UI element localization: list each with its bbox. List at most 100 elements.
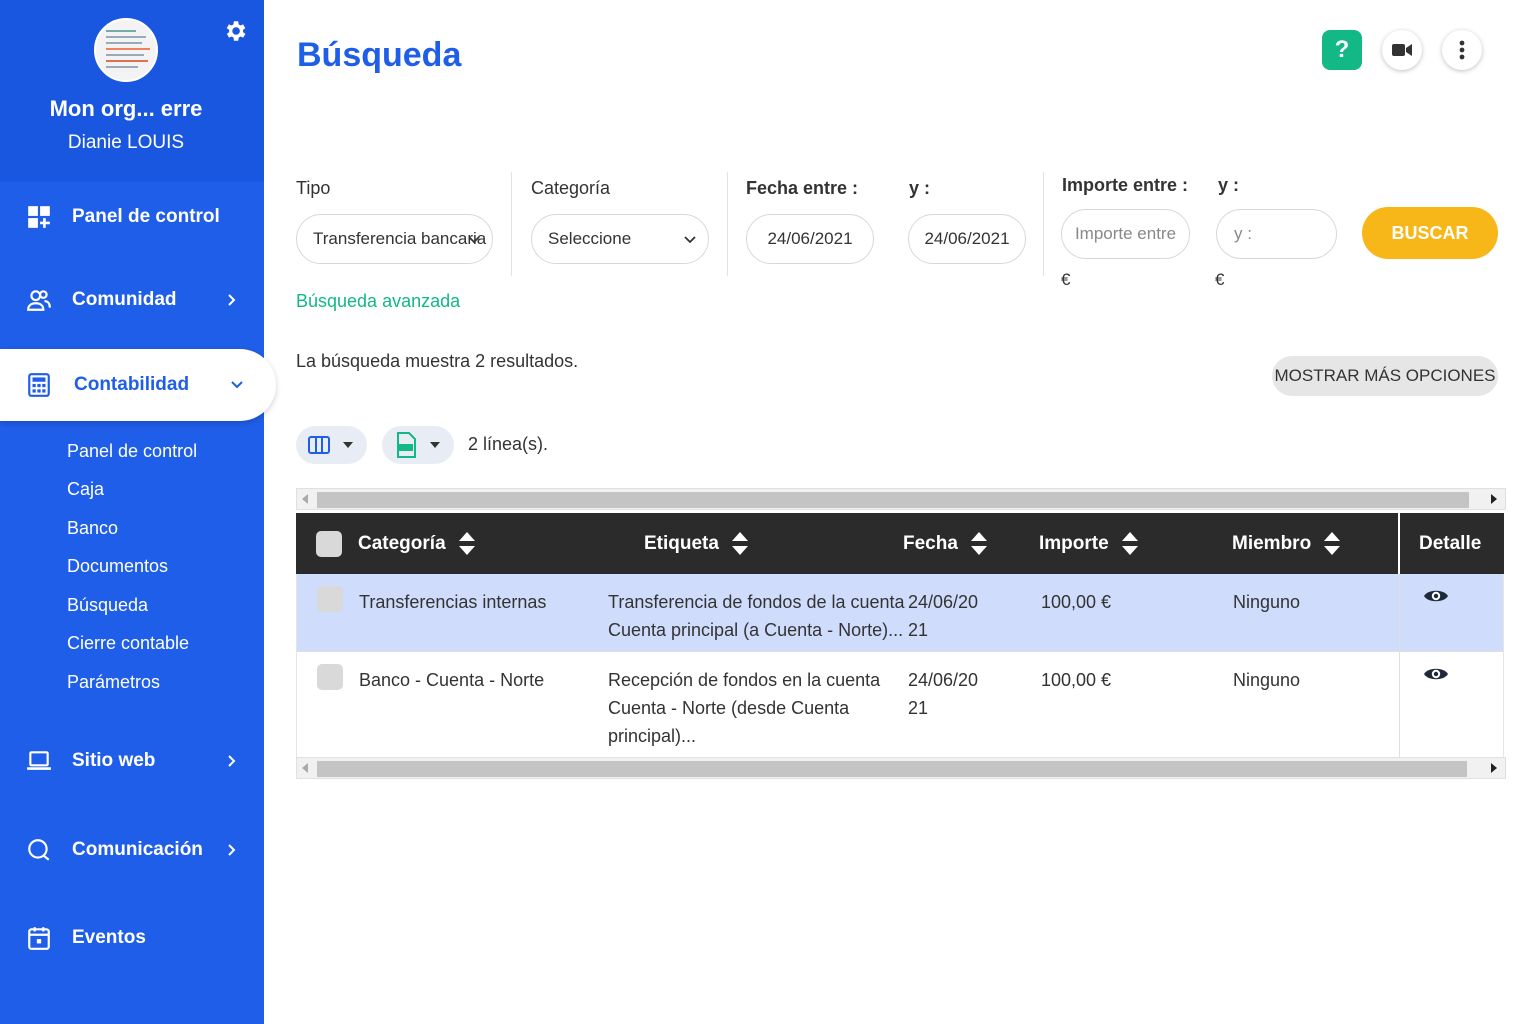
sidebar-item-label: Sitio web: [72, 750, 156, 771]
cell-categoria: Banco - Cuenta - Norte: [359, 670, 545, 690]
cell-etiqueta-line: Recepción de fondos en la cuenta: [608, 670, 881, 690]
table-horizontal-scrollbar-top[interactable]: [296, 488, 1506, 510]
importe-to-input[interactable]: y :: [1216, 209, 1337, 259]
cell-categoria: Transferencias internas: [359, 592, 547, 612]
sort-icon: [458, 531, 475, 555]
select-all-checkbox[interactable]: [316, 531, 342, 557]
column-divider: [1399, 574, 1400, 651]
advanced-search-link[interactable]: Búsqueda avanzada: [296, 291, 460, 312]
importe-from-input[interactable]: Importe entre: [1061, 209, 1190, 259]
dashboard-icon: [28, 206, 50, 228]
column-divider: [1398, 513, 1400, 574]
help-button[interactable]: ?: [1322, 30, 1362, 70]
importe-label: Importe entre :: [1062, 175, 1189, 195]
sidebar-item-sitio-web[interactable]: Sitio web: [0, 731, 264, 791]
column-label: Importe: [1039, 532, 1109, 554]
tipo-label: Tipo: [296, 178, 331, 198]
more-menu-button[interactable]: [1442, 30, 1482, 70]
sidebar-item-label: Contabilidad: [74, 374, 190, 395]
column-label: Etiqueta: [644, 532, 719, 554]
importe-y-label: y :: [1218, 175, 1240, 195]
subitem-busqueda[interactable]: Búsqueda: [67, 595, 148, 616]
fecha-from-input[interactable]: 24/06/2021: [746, 214, 874, 264]
users-icon: [27, 290, 51, 311]
column-divider: [1399, 652, 1400, 757]
cell-importe: 100,00 €: [1041, 670, 1112, 690]
cell-miembro: Ninguno: [1233, 670, 1301, 690]
eye-icon[interactable]: [1423, 664, 1449, 684]
chat-icon: [28, 839, 50, 861]
sort-icon: [731, 531, 748, 555]
scroll-thumb[interactable]: [317, 492, 1469, 508]
line-count: 2 línea(s).: [468, 434, 549, 454]
column-label: Detalle: [1419, 532, 1482, 554]
chevron-down-icon: [468, 236, 480, 244]
sort-icon: [1121, 531, 1138, 555]
categoria-select[interactable]: Seleccione: [531, 214, 709, 264]
subitem-cierre-contable[interactable]: Cierre contable: [67, 633, 189, 654]
fecha-y-label: y :: [909, 178, 931, 198]
subitem-banco[interactable]: Banco: [67, 518, 118, 539]
table-row[interactable]: Banco - Cuenta - Norte Recepción de fond…: [296, 652, 1504, 758]
column-header-categoria[interactable]: Categoría: [358, 513, 476, 574]
help-label: ?: [1334, 36, 1350, 63]
chevron-right-icon: [228, 755, 236, 767]
chevron-down-icon: [684, 236, 696, 244]
subitem-documentos[interactable]: Documentos: [67, 556, 168, 577]
caret-down-icon: [343, 442, 353, 448]
sidebar-item-label: Comunidad: [72, 289, 177, 310]
column-header-importe[interactable]: Importe: [1039, 513, 1139, 574]
table-horizontal-scrollbar-bottom[interactable]: [296, 757, 1506, 779]
cell-etiqueta: Recepción de fondos en la cuenta Cuenta …: [608, 666, 880, 750]
cell-fecha-line: 24/06/20: [908, 670, 979, 690]
caret-down-icon: [430, 442, 440, 448]
sidebar-item-eventos[interactable]: Eventos: [0, 908, 264, 968]
page-title: Búsqueda: [297, 36, 462, 74]
video-button[interactable]: [1382, 30, 1422, 70]
column-header-fecha[interactable]: Fecha: [903, 513, 988, 574]
table-row[interactable]: Transferencias internas Transferencia de…: [296, 574, 1504, 652]
tipo-select[interactable]: Transferencia bancaria: [296, 214, 493, 264]
divider: [511, 172, 512, 276]
gear-icon[interactable]: [222, 18, 248, 44]
fecha-label: Fecha entre :: [746, 178, 859, 198]
scroll-right-icon[interactable]: [1491, 763, 1497, 773]
sidebar-header: Mon org... erre Dianie LOUIS: [0, 0, 264, 182]
scroll-left-icon[interactable]: [302, 763, 308, 773]
row-checkbox[interactable]: [317, 586, 343, 612]
scroll-right-icon[interactable]: [1491, 494, 1497, 504]
fecha-to-input[interactable]: 24/06/2021: [908, 214, 1026, 264]
export-xlsx-button[interactable]: [382, 426, 454, 464]
subitem-parametros[interactable]: Parámetros: [67, 672, 160, 693]
eye-icon[interactable]: [1423, 586, 1449, 606]
column-header-miembro[interactable]: Miembro: [1232, 513, 1341, 574]
org-avatar[interactable]: [94, 18, 158, 82]
column-header-etiqueta[interactable]: Etiqueta: [644, 513, 749, 574]
cell-importe: 100,00 €: [1041, 592, 1112, 612]
sidebar-item-comunicacion[interactable]: Comunicación: [0, 820, 264, 880]
sidebar-item-panel-de-control[interactable]: Panel de control: [0, 187, 264, 247]
sidebar-item-contabilidad[interactable]: Contabilidad: [0, 349, 276, 421]
row-checkbox[interactable]: [317, 664, 343, 690]
column-label: Categoría: [358, 532, 446, 554]
sidebar-item-label: Comunicación: [72, 839, 203, 860]
tipo-select-value: Transferencia bancaria: [313, 229, 487, 248]
scroll-left-icon[interactable]: [302, 494, 308, 504]
columns-icon: [308, 436, 330, 454]
search-button[interactable]: BUSCAR: [1362, 207, 1498, 259]
scroll-thumb[interactable]: [317, 761, 1467, 777]
subitem-caja[interactable]: Caja: [67, 479, 104, 500]
sidebar-item-comunidad[interactable]: Comunidad: [0, 270, 264, 330]
column-label: Fecha: [903, 532, 958, 554]
laptop-icon: [27, 751, 51, 770]
more-options-button[interactable]: MOSTRAR MÁS OPCIONES: [1272, 356, 1498, 396]
column-label: Miembro: [1232, 532, 1312, 554]
categoria-select-value: Seleccione: [548, 229, 632, 248]
result-summary: La búsqueda muestra 2 resultados.: [296, 351, 579, 371]
cell-fecha-line: 24/06/20: [908, 592, 979, 612]
cell-etiqueta-line: Transferencia de fondos de la cuenta: [608, 592, 905, 612]
columns-toggle-button[interactable]: [296, 426, 367, 464]
cell-fecha: 24/06/20 21: [908, 666, 978, 722]
subitem-panel-de-control[interactable]: Panel de control: [67, 441, 197, 462]
sort-icon: [1324, 531, 1341, 555]
